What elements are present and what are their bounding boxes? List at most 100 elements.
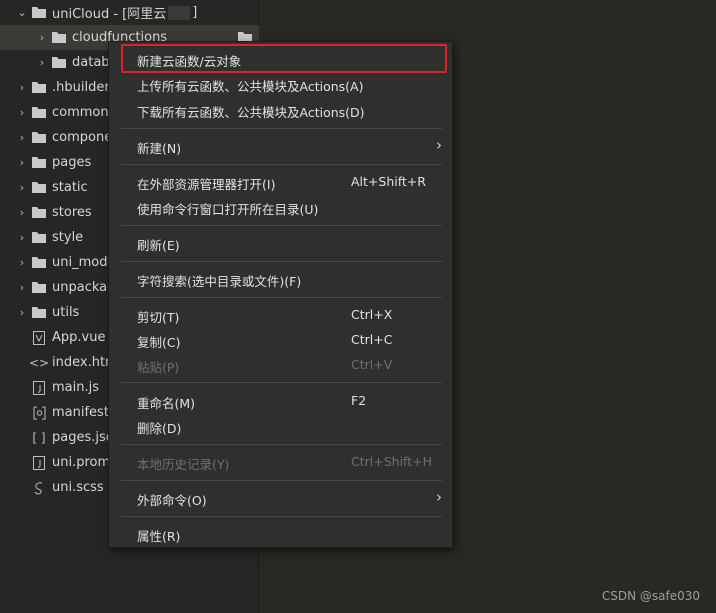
menu-item-rename[interactable]: 重命名(M) F2 [109,389,452,413]
chevron-right-icon[interactable]: › [34,56,50,69]
menu-separator [121,128,442,129]
menu-item-open-in-terminal[interactable]: 使用命令行窗口打开所在目录(U) [109,195,452,219]
tree-item-label: main.js [52,380,99,395]
chevron-right-icon: › [436,488,442,506]
menu-item-paste: 粘贴(P) Ctrl+V [109,353,452,377]
tree-item-label: App.vue [52,330,106,345]
scss-file-icon [30,481,48,495]
menu-separator [121,516,442,517]
menu-item-external-commands[interactable]: 外部命令(O) › [109,486,452,510]
menu-item-label: 属性(R) [137,529,181,544]
menu-separator [121,261,442,262]
folder-icon [30,231,48,245]
json-file-icon: [ ] [32,430,46,445]
js-file-icon [30,380,48,395]
menu-item-local-history: 本地历史记录(Y) Ctrl+Shift+H [109,450,452,474]
menu-item-properties[interactable]: 属性(R) [109,522,452,546]
chevron-right-icon[interactable]: › [14,231,30,244]
folder-open-icon [30,6,48,20]
folder-icon [50,31,68,45]
chevron-right-icon[interactable]: › [14,306,30,319]
menu-item-refresh[interactable]: 刷新(E) [109,231,452,255]
menu-item-upload-all[interactable]: 上传所有云函数、公共模块及Actions(A) [109,72,452,96]
chevron-right-icon[interactable]: › [14,256,30,269]
folder-icon [30,131,48,145]
tree-item-label: uni.prom [52,455,111,470]
chevron-right-icon[interactable]: › [14,181,30,194]
folder-icon [30,81,48,95]
menu-item-shortcut: Ctrl+V [351,357,393,372]
folder-icon [30,206,48,220]
vue-file-icon [30,330,48,345]
folder-icon [50,56,68,70]
chevron-right-icon[interactable]: › [14,106,30,119]
menu-item-label: 使用命令行窗口打开所在目录(U) [137,202,319,217]
menu-item-label: 重命名(M) [137,396,196,411]
menu-item-label: 字符搜索(选中目录或文件)(F) [137,274,302,289]
chevron-right-icon: › [436,136,442,154]
menu-item-label: 剪切(T) [137,310,180,325]
menu-item-label: 下载所有云函数、公共模块及Actions(D) [137,105,365,120]
menu-item-shortcut: Ctrl+X [351,307,393,322]
folder-icon [30,181,48,195]
menu-item-label: 删除(D) [137,421,182,436]
tree-item-label: stores [52,205,92,220]
tree-item-unicloud[interactable]: ⌄ uniCloud - [阿里云 ] [0,0,259,25]
tree-item-label: datab [72,55,110,70]
menu-item-copy[interactable]: 复制(C) Ctrl+C [109,328,452,352]
menu-separator [121,382,442,383]
context-menu: 新建云函数/云对象 上传所有云函数、公共模块及Actions(A) 下载所有云函… [108,41,453,548]
tree-item-label: unpackag [52,280,116,295]
tree-item-label: style [52,230,84,245]
tree-item-label: uni.scss [52,480,104,495]
menu-separator [121,444,442,445]
menu-item-open-in-explorer[interactable]: 在外部资源管理器打开(I) Alt+Shift+R [109,170,452,194]
tree-item-label: manifest. [52,405,114,420]
chevron-right-icon[interactable]: › [14,81,30,94]
menu-separator [121,297,442,298]
menu-item-label: 新建(N) [137,141,182,156]
menu-item-label: 复制(C) [137,335,181,350]
menu-separator [121,480,442,481]
folder-icon [30,106,48,120]
menu-item-label: 外部命令(O) [137,493,207,508]
manifest-file-icon [30,406,48,420]
chevron-right-icon[interactable]: › [14,206,30,219]
menu-item-shortcut: Ctrl+C [351,332,393,347]
chevron-right-icon[interactable]: › [14,131,30,144]
folder-icon [30,156,48,170]
tree-item-label: pages.jsc [52,430,113,445]
menu-item-label: 上传所有云函数、公共模块及Actions(A) [137,79,364,94]
tree-item-label: static [52,180,88,195]
tree-item-label-suffix: ] [192,5,198,20]
tree-item-label: compone [52,130,113,145]
tree-item-label: pages [52,155,92,170]
redacted-block [168,5,191,20]
menu-item-label: 新建云函数/云对象 [137,54,242,69]
tree-item-label: uniCloud - [阿里云 [52,7,167,22]
menu-item-shortcut: F2 [351,393,367,408]
menu-item-label: 粘贴(P) [137,360,180,375]
tree-item-label: uni_modu [52,255,116,270]
chevron-right-icon[interactable]: › [14,156,30,169]
menu-item-download-all[interactable]: 下载所有云函数、公共模块及Actions(D) [109,98,452,122]
menu-item-new-cloud-function[interactable]: 新建云函数/云对象 [109,47,452,71]
folder-icon [30,281,48,295]
chevron-right-icon[interactable]: › [14,281,30,294]
folder-icon [30,306,48,320]
menu-item-delete[interactable]: 删除(D) [109,414,452,438]
menu-item-new[interactable]: 新建(N) › [109,134,452,158]
chevron-down-icon[interactable]: ⌄ [14,6,30,19]
menu-item-shortcut: Ctrl+Shift+H [351,454,432,469]
folder-icon [30,256,48,270]
html-file-icon: <> [28,355,50,370]
menu-item-search[interactable]: 字符搜索(选中目录或文件)(F) [109,267,452,291]
menu-separator [121,225,442,226]
menu-item-label: 在外部资源管理器打开(I) [137,177,276,192]
tree-item-label: utils [52,305,80,320]
menu-item-cut[interactable]: 剪切(T) Ctrl+X [109,303,452,327]
watermark: CSDN @safe030 [601,589,700,603]
menu-item-label: 本地历史记录(Y) [137,457,230,472]
chevron-right-icon[interactable]: › [34,31,50,44]
tree-item-label: common [52,105,109,120]
